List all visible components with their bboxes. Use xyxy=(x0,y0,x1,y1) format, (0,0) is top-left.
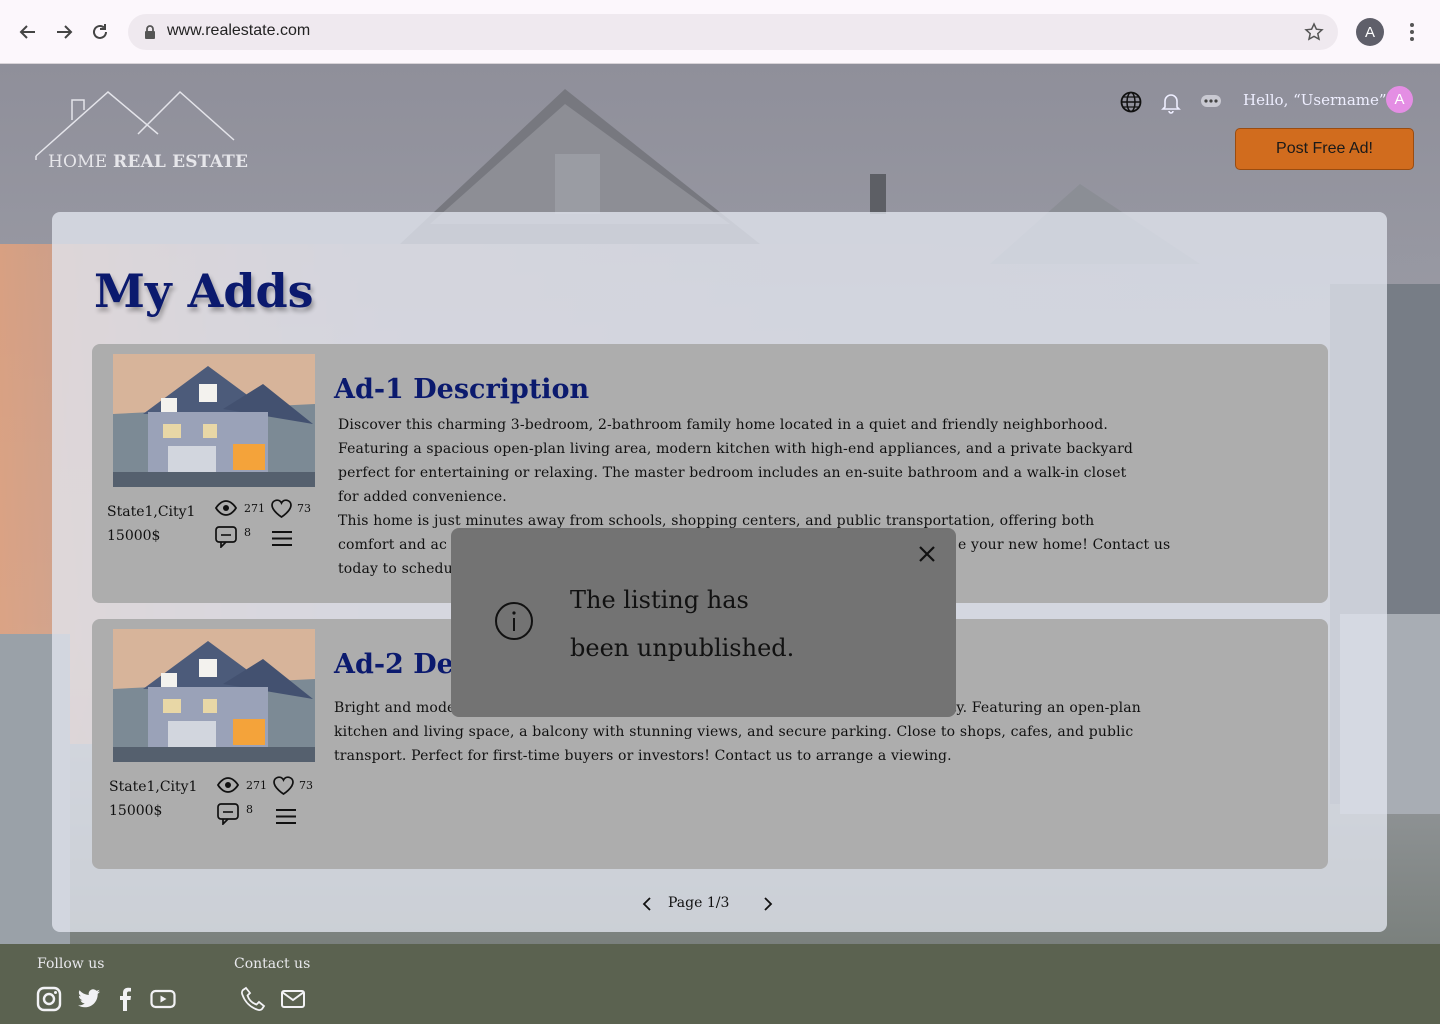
dialog-message-line: been unpublished. xyxy=(570,634,795,662)
reload-icon[interactable] xyxy=(86,18,114,46)
dialog-message: The listing has been unpublished. xyxy=(570,576,910,672)
browser-toolbar: www.realestate.com A xyxy=(0,0,1440,64)
lock-icon xyxy=(144,24,156,44)
browser-profile-avatar[interactable]: A xyxy=(1356,18,1384,46)
address-bar[interactable]: www.realestate.com xyxy=(128,14,1338,50)
unpublished-dialog: The listing has been unpublished. xyxy=(451,528,956,717)
bookmark-star-icon[interactable] xyxy=(1304,22,1324,46)
url-text: www.realestate.com xyxy=(167,22,311,39)
browser-menu-icon[interactable] xyxy=(1400,18,1424,46)
forward-icon[interactable] xyxy=(50,18,78,46)
back-icon[interactable] xyxy=(14,18,42,46)
dialog-message-line: The listing has xyxy=(570,586,749,614)
modal-overlay: The listing has been unpublished. xyxy=(0,64,1440,1024)
close-icon[interactable] xyxy=(917,544,937,564)
info-icon xyxy=(494,601,534,641)
